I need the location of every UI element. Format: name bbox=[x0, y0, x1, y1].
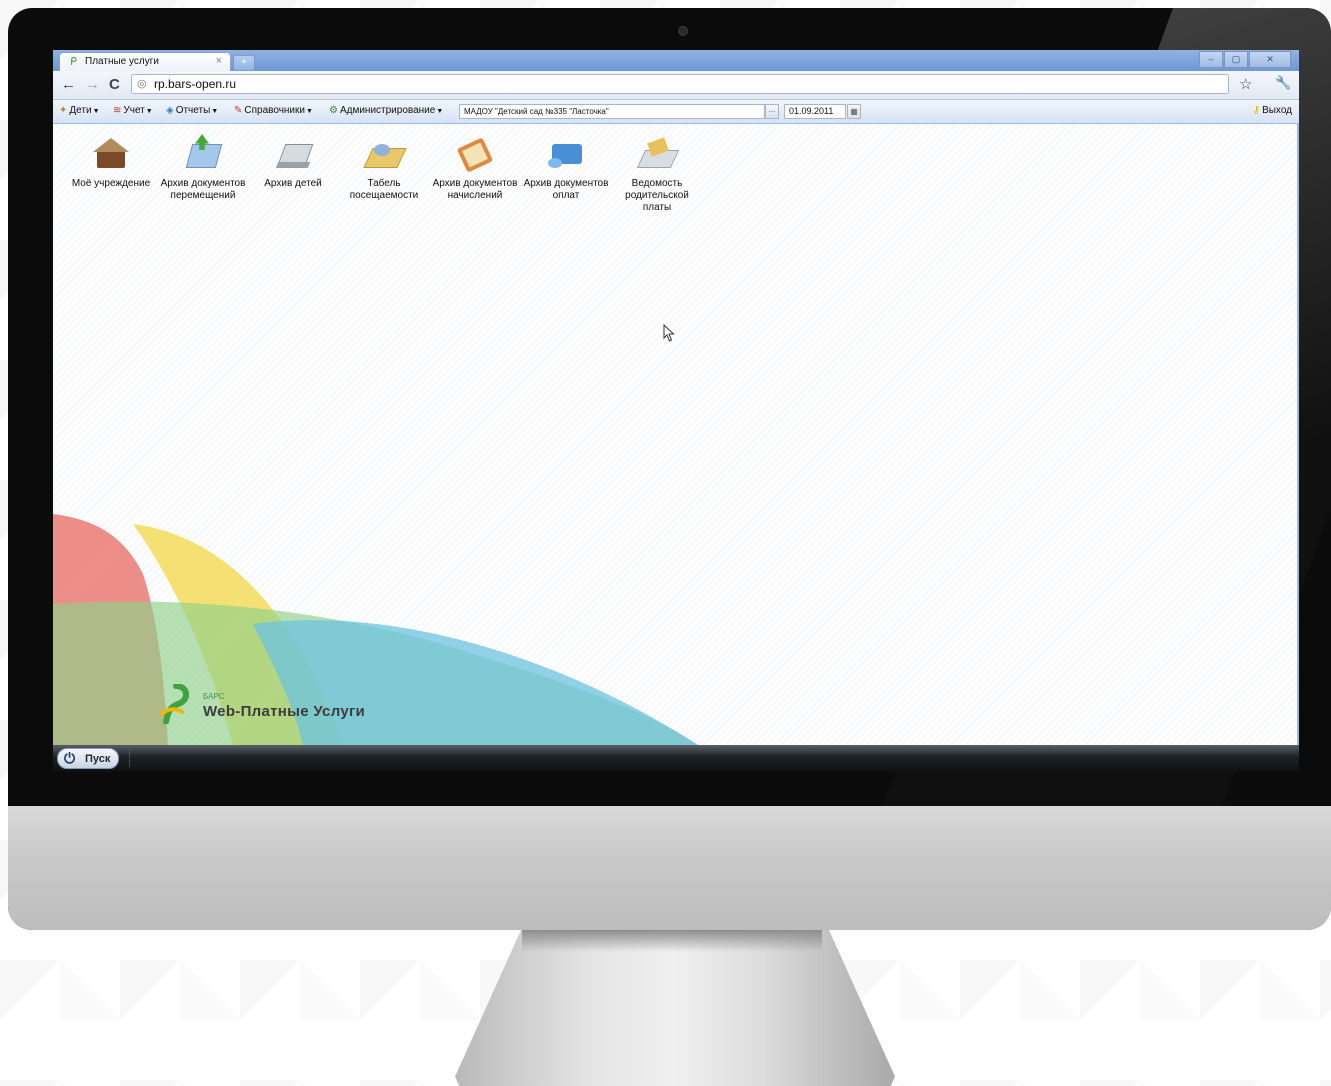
page-info-icon[interactable]: ◎ bbox=[137, 77, 147, 90]
stand-shadow bbox=[522, 930, 822, 952]
window-controls: – ▢ ✕ bbox=[1198, 51, 1291, 68]
close-window-button[interactable]: ✕ bbox=[1249, 51, 1291, 68]
shortcut-charges-archive[interactable]: Архив документов начислений bbox=[431, 134, 519, 202]
shortcut-label: Ведомость родительской платы bbox=[625, 178, 689, 213]
menu-children-label: Дети bbox=[69, 105, 92, 116]
logout-label: Выход bbox=[1262, 105, 1292, 116]
reports-icon: ◈ bbox=[166, 105, 174, 116]
payments-archive-icon bbox=[546, 134, 586, 174]
date-field[interactable]: 01.09.2011 bbox=[784, 104, 846, 119]
admin-icon: ⚙ bbox=[329, 105, 338, 116]
shortcut-payments-archive[interactable]: Архив документов оплат bbox=[522, 134, 610, 202]
back-icon[interactable]: ← bbox=[61, 76, 76, 93]
shortcut-transfer-archive[interactable]: Архив документов перемещений bbox=[159, 134, 247, 202]
taskbar: ⏻ Пуск bbox=[53, 745, 1299, 772]
shortcut-attendance[interactable]: Табель посещаемости bbox=[340, 134, 428, 202]
start-button[interactable]: ⏻ Пуск bbox=[57, 748, 119, 769]
brand-product-name: Web-Платные Услуги bbox=[203, 703, 366, 720]
parent-fee-icon bbox=[637, 134, 677, 174]
shortcut-label: Моё учреждение bbox=[71, 178, 151, 189]
institution-icon bbox=[91, 134, 131, 174]
tab-title: Платные услуги bbox=[85, 56, 159, 67]
logout-button[interactable]: ⚷ Выход bbox=[1253, 105, 1292, 116]
key-icon: ⚷ bbox=[1252, 105, 1261, 116]
desktop: Моё учреждение Архив документов перемеще… bbox=[53, 124, 1299, 745]
bars-logo-icon bbox=[160, 684, 189, 724]
shortcut-parent-fee[interactable]: Ведомость родительской платы bbox=[613, 134, 701, 214]
menu-accounting-label: Учет bbox=[123, 105, 145, 116]
power-icon: ⏻ bbox=[64, 750, 76, 766]
bars-logo-icon: ᑭ bbox=[70, 56, 77, 68]
url-text: rp.bars-open.ru bbox=[154, 77, 237, 91]
chevron-down-icon: ▼ bbox=[436, 108, 444, 115]
transfer-archive-icon bbox=[183, 134, 223, 174]
bookmark-star-icon[interactable]: ☆ bbox=[1239, 75, 1252, 93]
accounting-icon: ≋ bbox=[113, 105, 122, 116]
brand-company: БАРС bbox=[203, 692, 225, 701]
camera-icon bbox=[678, 26, 688, 36]
shortcut-label: Табель посещаемости bbox=[349, 178, 419, 201]
browser-tab[interactable]: ᑭ Платные услуги × bbox=[59, 52, 231, 71]
monitor-chin bbox=[8, 806, 1331, 930]
menu-reports-label: Отчеты bbox=[175, 105, 211, 116]
charges-archive-icon bbox=[455, 134, 495, 174]
browser-toolbar: ← → C ◎ rp.bars-open.ru ☆ 🔧 bbox=[53, 71, 1299, 100]
shortcut-my-institution[interactable]: Моё учреждение bbox=[67, 134, 155, 190]
menu-administration[interactable]: ⚙ Администрирование▼ bbox=[329, 105, 443, 116]
menu-children[interactable]: ✦ Дети▼ bbox=[59, 105, 100, 116]
tab-close-icon[interactable]: × bbox=[216, 55, 222, 67]
forward-icon[interactable]: → bbox=[85, 76, 100, 93]
chevron-down-icon: ▼ bbox=[92, 108, 100, 115]
calendar-icon[interactable]: ▦ bbox=[847, 104, 861, 119]
chevron-down-icon: ▼ bbox=[211, 108, 219, 115]
mouse-cursor-icon bbox=[663, 324, 675, 342]
menu-admin-label: Администрирование bbox=[339, 105, 436, 116]
chevron-down-icon: ▼ bbox=[145, 108, 153, 115]
organization-select-button[interactable]: ... bbox=[765, 104, 779, 119]
organization-field[interactable]: МАДОУ "Детский сад №335 "Ласточка" bbox=[459, 104, 765, 119]
taskbar-separator bbox=[129, 750, 132, 767]
wrench-icon[interactable]: 🔧 bbox=[1275, 75, 1291, 91]
address-bar[interactable]: ◎ rp.bars-open.ru bbox=[131, 74, 1229, 94]
directories-icon: ✎ bbox=[234, 105, 243, 116]
chevron-down-icon: ▼ bbox=[305, 108, 313, 115]
minimize-button[interactable]: – bbox=[1199, 51, 1223, 68]
shortcut-label: Архив детей bbox=[264, 178, 322, 189]
menu-directories[interactable]: ✎ Справочники▼ bbox=[234, 105, 313, 116]
monitor-stand bbox=[455, 930, 895, 1086]
shortcut-label: Архив документов перемещений bbox=[160, 178, 246, 201]
menu-accounting[interactable]: ≋ Учет▼ bbox=[113, 105, 153, 116]
shortcut-label: Архив документов оплат bbox=[523, 178, 609, 201]
attendance-icon bbox=[364, 134, 404, 174]
shortcut-children-archive[interactable]: Архив детей bbox=[249, 134, 337, 190]
maximize-button[interactable]: ▢ bbox=[1224, 51, 1248, 68]
menu-directories-label: Справочники bbox=[244, 105, 305, 116]
menu-reports[interactable]: ◈ Отчеты▼ bbox=[166, 105, 218, 116]
app-menu-bar: ✦ Дети▼ ≋ Учет▼ ◈ Отчеты▼ ✎ Справочники▼ ⚙ Ад… bbox=[53, 100, 1299, 124]
children-archive-icon bbox=[273, 134, 313, 174]
new-tab-button[interactable]: + bbox=[233, 55, 255, 71]
shortcut-label: Архив документов начислений bbox=[432, 178, 518, 201]
browser-tab-strip: ᑭ Платные услуги × + – ▢ ✕ bbox=[53, 50, 1299, 71]
reload-icon[interactable]: C bbox=[109, 76, 120, 93]
screen: ᑭ Платные услуги × + – ▢ ✕ ← → C ◎ rp.ba… bbox=[53, 50, 1299, 772]
start-label: Пуск bbox=[85, 753, 111, 765]
children-icon: ✦ bbox=[59, 105, 68, 116]
